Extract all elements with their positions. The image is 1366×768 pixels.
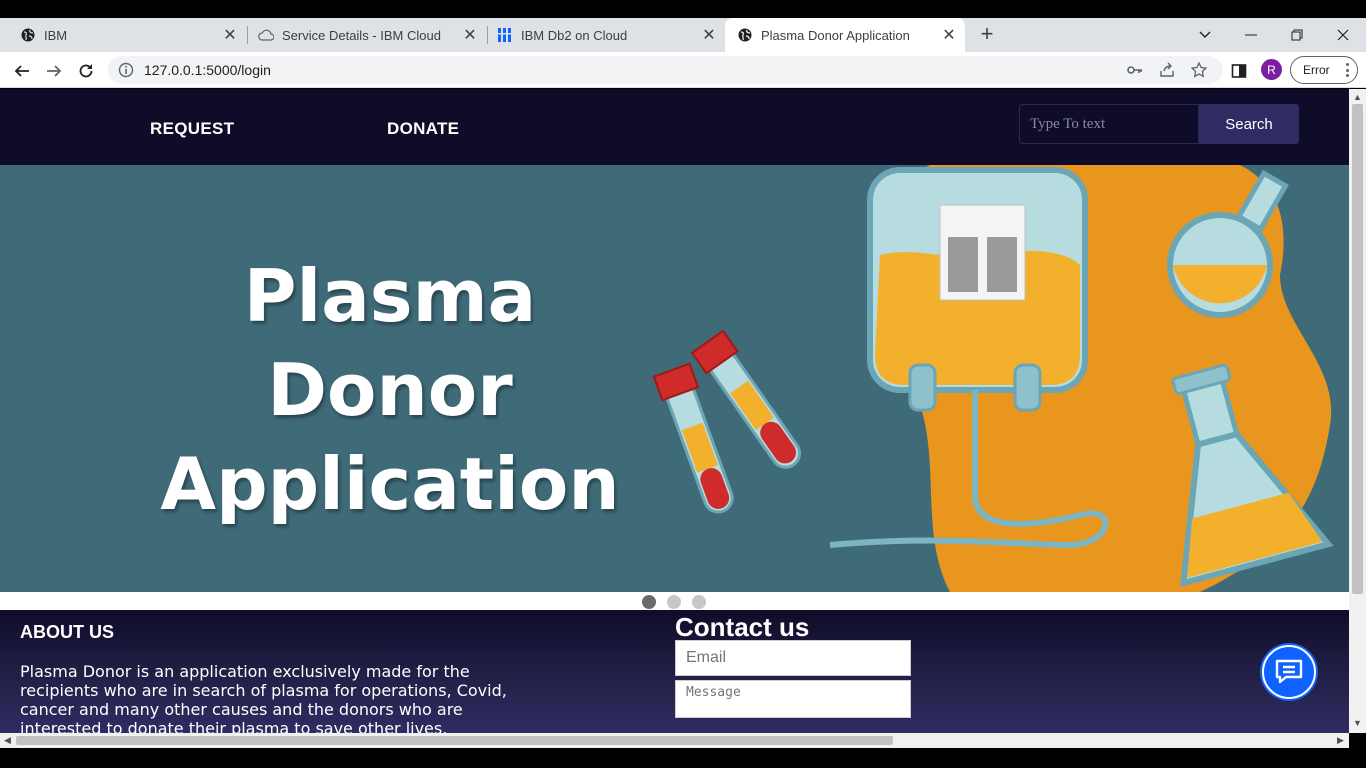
scroll-up-arrow-icon[interactable]: ▲ <box>1353 92 1362 102</box>
carousel-dot-1[interactable] <box>642 595 656 609</box>
site-navbar: REQUEST DONATE Type To text Search <box>0 89 1349 165</box>
hero-title-line1: Plasma Donor <box>243 254 537 432</box>
back-arrow-icon[interactable] <box>11 60 33 82</box>
tab-service-details[interactable]: Service Details - IBM Cloud ✕ <box>238 18 486 52</box>
chat-bubble-button[interactable] <box>1262 645 1316 699</box>
window-top-edge <box>0 0 1366 18</box>
tab-ibm[interactable]: IBM ✕ <box>0 18 246 52</box>
minimize-icon[interactable] <box>1228 18 1274 52</box>
reload-icon[interactable] <box>75 60 97 82</box>
scroll-down-arrow-icon[interactable]: ▼ <box>1353 718 1362 728</box>
tab-title: Service Details - IBM Cloud <box>282 27 441 43</box>
plasma-illustration <box>652 165 1334 592</box>
site-info-icon[interactable] <box>118 62 134 78</box>
about-heading: ABOUT US <box>20 622 114 642</box>
email-field[interactable]: Email <box>675 640 911 676</box>
carousel-indicators <box>0 592 1349 610</box>
browser-toolbar: 127.0.0.1:5000/login <box>0 52 1366 88</box>
search-input[interactable]: Type To text <box>1019 104 1199 144</box>
tab-title: Plasma Donor Application <box>761 27 910 43</box>
close-icon[interactable]: ✕ <box>220 25 240 45</box>
tab-plasma-donor[interactable]: Plasma Donor Application ✕ <box>725 18 965 52</box>
globe-icon <box>20 27 36 43</box>
tab-search-chevron-icon[interactable] <box>1182 18 1228 52</box>
carousel-dot-2[interactable] <box>667 595 681 609</box>
close-window-icon[interactable] <box>1320 18 1366 52</box>
cloud-icon <box>258 27 274 43</box>
address-bar[interactable]: 127.0.0.1:5000/login <box>108 56 1223 84</box>
error-label: Error <box>1303 63 1330 77</box>
url-text: 127.0.0.1:5000/login <box>144 62 271 78</box>
vertical-scroll-thumb[interactable] <box>1352 104 1363 594</box>
close-icon[interactable]: ✕ <box>939 25 959 45</box>
carousel-dot-3[interactable] <box>692 595 706 609</box>
menu-dots-icon[interactable] <box>1346 63 1349 77</box>
chat-icon <box>1275 659 1303 684</box>
nav-donate-link[interactable]: DONATE <box>387 119 459 139</box>
footer-section: ABOUT US Plasma Donor is an application … <box>0 610 1349 733</box>
nav-request-link[interactable]: REQUEST <box>150 119 234 139</box>
forward-arrow-icon[interactable] <box>43 60 65 82</box>
horizontal-scroll-thumb[interactable] <box>16 736 893 745</box>
window-bottom-edge <box>0 748 1366 768</box>
close-icon[interactable]: ✕ <box>699 25 719 45</box>
scroll-left-arrow-icon[interactable]: ◀ <box>4 735 11 746</box>
restore-icon[interactable] <box>1274 18 1320 52</box>
tab-strip: IBM ✕ Service Details - IBM Cloud ✕ IBM … <box>0 18 1366 52</box>
hero-title-line2: Application <box>160 442 620 526</box>
share-icon[interactable] <box>1158 61 1176 79</box>
bookmark-star-icon[interactable] <box>1190 61 1208 79</box>
hero-title: Plasma Donor Application <box>110 249 670 531</box>
key-icon[interactable] <box>1126 61 1144 79</box>
profile-avatar[interactable]: R <box>1261 59 1282 80</box>
hero-carousel-slide: Plasma Donor Application <box>0 165 1349 592</box>
search-button[interactable]: Search <box>1199 104 1299 144</box>
new-tab-plus-icon[interactable]: + <box>975 23 999 46</box>
error-button[interactable]: Error <box>1290 56 1358 84</box>
tab-title: IBM <box>44 27 68 43</box>
tab-db2[interactable]: IBM Db2 on Cloud ✕ <box>477 18 725 52</box>
scroll-right-arrow-icon[interactable]: ▶ <box>1337 735 1344 746</box>
about-text: Plasma Donor is an application exclusive… <box>20 662 507 733</box>
side-panel-icon[interactable] <box>1229 61 1249 81</box>
page-viewport: REQUEST DONATE Type To text Search Plasm… <box>0 89 1349 733</box>
contact-heading: Contact us <box>675 612 810 642</box>
globe-icon <box>737 27 753 43</box>
tab-title: IBM Db2 on Cloud <box>521 27 628 43</box>
message-textarea[interactable]: Message <box>675 680 911 718</box>
db2-icon <box>497 27 513 43</box>
